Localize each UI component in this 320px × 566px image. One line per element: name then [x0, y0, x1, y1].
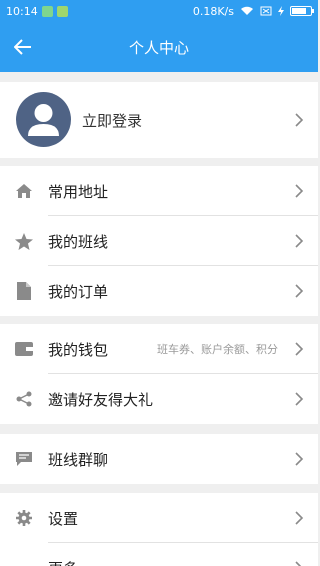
- share-icon: [16, 391, 32, 407]
- user-avatar-icon: [16, 92, 71, 147]
- login-row[interactable]: 立即登录: [0, 82, 318, 158]
- wifi-icon: [241, 6, 253, 15]
- wallet-icon: [15, 342, 33, 356]
- menu-item-common-address[interactable]: 常用地址: [0, 166, 318, 216]
- login-label: 立即登录: [82, 112, 143, 130]
- chevron-right-icon: [295, 511, 304, 525]
- menu-group-1: 常用地址 我的班线 我的订单: [0, 166, 318, 316]
- chevron-right-icon: [295, 184, 304, 198]
- chevron-right-icon: [295, 113, 304, 127]
- chevron-right-icon: [295, 234, 304, 248]
- menu-item-invite-friends[interactable]: 邀请好友得大礼: [0, 374, 318, 424]
- chevron-right-icon: [295, 392, 304, 406]
- chat-icon: [16, 451, 32, 466]
- chevron-right-icon: [295, 452, 304, 466]
- arrow-left-icon: [14, 39, 31, 55]
- wallet-hint: 班车券、账户余额、积分: [157, 343, 278, 356]
- network-speed: 0.18K/s: [192, 4, 234, 18]
- menu-item-label: 我的钱包: [48, 340, 109, 359]
- document-icon: [17, 282, 31, 300]
- chevron-right-icon: [295, 561, 302, 566]
- status-time: 10:14: [6, 4, 38, 18]
- back-button[interactable]: [10, 35, 36, 59]
- notification-icon: [56, 5, 68, 17]
- notification-icon: [41, 5, 53, 17]
- menu-item-label: 班线群聊: [48, 450, 109, 469]
- home-icon: [16, 184, 32, 198]
- menu-item-label: 设置: [48, 509, 79, 528]
- chevron-right-icon: [295, 342, 304, 356]
- menu-item-my-routes[interactable]: 我的班线: [0, 216, 318, 266]
- menu-item-label: 我的班线: [48, 232, 109, 251]
- battery-icon: [290, 6, 314, 16]
- menu-item-settings[interactable]: 设置: [0, 493, 318, 543]
- menu-item-more[interactable]: 更多: [0, 543, 318, 566]
- status-bar: 10:14 0.18K/s: [0, 0, 318, 22]
- chevron-right-icon: [295, 284, 304, 298]
- menu-item-label: 常用地址: [48, 182, 109, 201]
- star-icon: [15, 232, 33, 250]
- menu-group-4: 设置 更多: [0, 493, 318, 566]
- page-title: 个人中心: [128, 38, 189, 57]
- menu-item-label: 更多: [48, 558, 78, 566]
- menu-group-2: 我的钱包 班车券、账户余额、积分 邀请好友得大礼: [0, 324, 318, 424]
- header-bar: 个人中心: [0, 22, 318, 72]
- menu-item-my-orders[interactable]: 我的订单: [0, 266, 318, 316]
- menu-item-my-wallet[interactable]: 我的钱包 班车券、账户余额、积分: [0, 324, 318, 374]
- menu-item-route-chat[interactable]: 班线群聊: [0, 434, 318, 484]
- settings-icon: [16, 510, 32, 526]
- menu-item-label: 我的订单: [48, 282, 109, 301]
- menu-item-label: 邀请好友得大礼: [48, 390, 154, 409]
- sim-off-icon: [260, 6, 272, 16]
- menu-group-3: 班线群聊: [0, 434, 318, 484]
- charging-icon: [278, 6, 284, 16]
